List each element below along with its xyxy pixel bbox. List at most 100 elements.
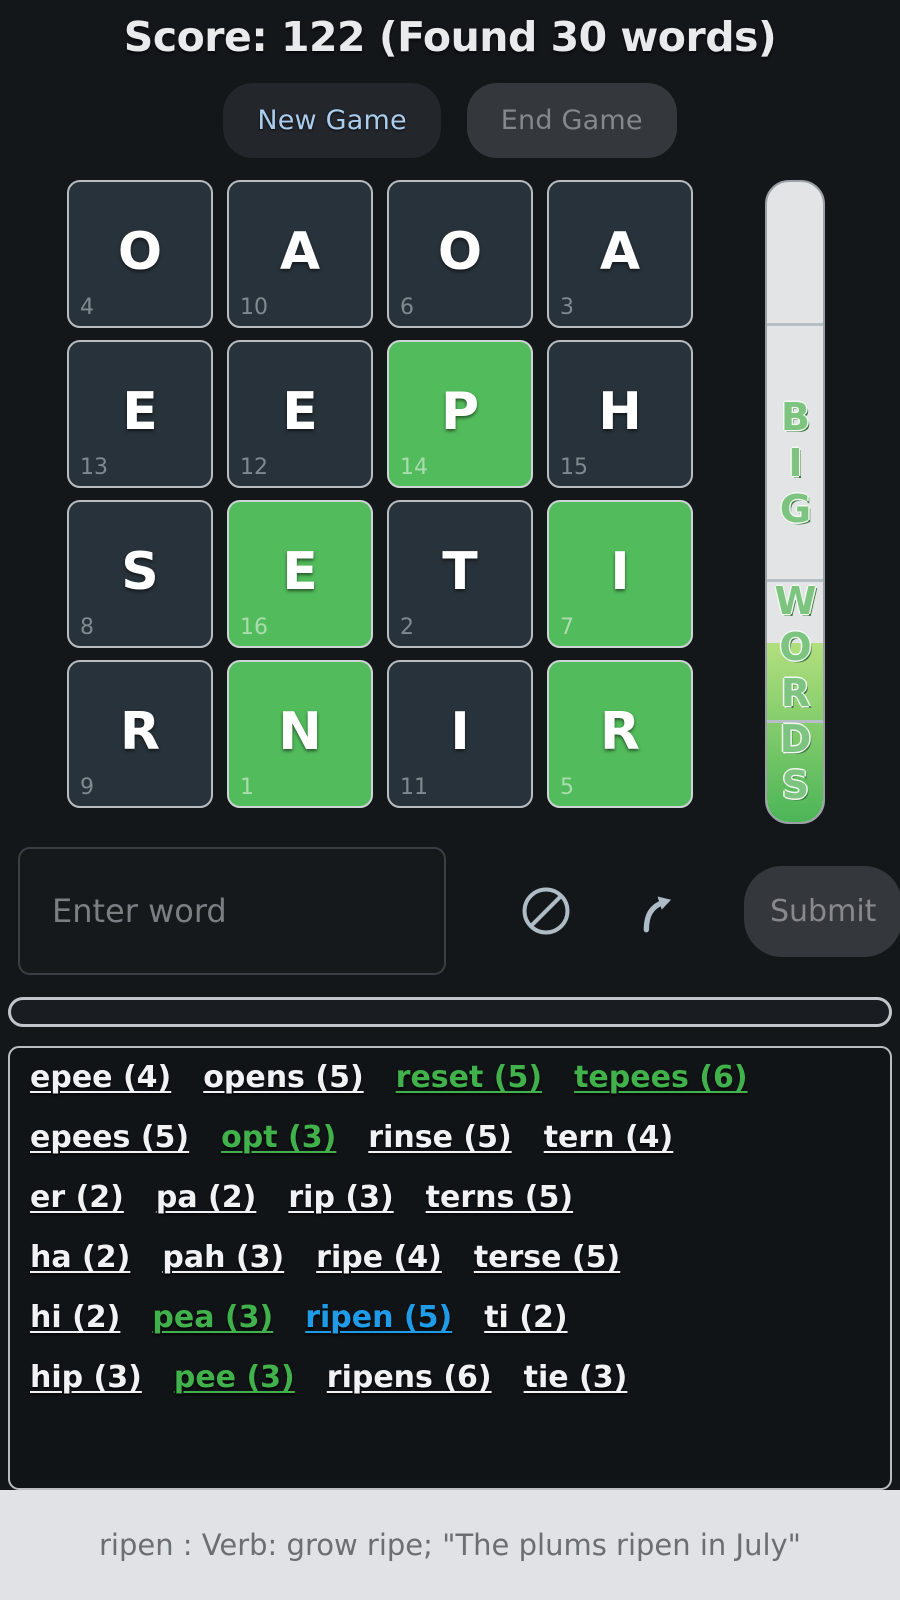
word-list-item[interactable]: opens (5)	[203, 1060, 363, 1095]
letter-tile-index: 8	[80, 615, 94, 640]
word-list-item[interactable]: ripens (6)	[327, 1360, 492, 1395]
letter-tile-letter: S	[121, 542, 159, 602]
submit-button[interactable]: Submit	[744, 865, 900, 957]
letter-tile[interactable]: I 11	[387, 660, 533, 808]
progress-bar[interactable]	[8, 997, 892, 1027]
word-list-row: epee (4) opens (5) reset (5) tepees (6)	[30, 1060, 870, 1120]
word-list-item[interactable]: ripe (4)	[316, 1240, 442, 1275]
big-words-gauge-wrap: BIG WORDS	[765, 180, 825, 824]
prohibited-circle-icon	[522, 887, 570, 935]
search-input[interactable]	[18, 847, 446, 975]
letter-tile[interactable]: E 16	[227, 500, 373, 648]
letter-tile-index: 1	[240, 775, 254, 800]
word-list-item[interactable]: hip (3)	[30, 1360, 142, 1395]
letter-tile-index: 13	[80, 455, 108, 480]
word-list-row: epees (5) opt (3) rinse (5) tern (4)	[30, 1120, 870, 1180]
word-list-item[interactable]: terse (5)	[474, 1240, 620, 1275]
word-list-item[interactable]: opt (3)	[221, 1120, 336, 1155]
word-list-item[interactable]: tern (4)	[544, 1120, 674, 1155]
new-game-button[interactable]: New Game	[223, 82, 441, 158]
letter-tile-index: 6	[400, 295, 414, 320]
letter-tile-index: 2	[400, 615, 414, 640]
letter-tile-index: 4	[80, 295, 94, 320]
letter-grid: O 4 A 10 O 6 A 3 E 13 E 12 P 14 H 15 S 8 E 16 T 2 I 7 R 9 N 1 I 11 R 5	[67, 180, 693, 820]
word-list-row: ha (2) pah (3) ripe (4) terse (5)	[30, 1240, 870, 1300]
big-words-gauge-label: BIG WORDS	[767, 182, 823, 822]
letter-tile-letter: H	[598, 382, 642, 442]
letter-tile[interactable]: I7	[547, 500, 693, 648]
word-list-item[interactable]: rip (3)	[288, 1180, 393, 1215]
word-list-item[interactable]: reset (5)	[396, 1060, 542, 1095]
letter-tile-index: 16	[240, 615, 268, 640]
letter-tile[interactable]: S8	[67, 500, 213, 648]
word-list-row: hip (3) pee (3) ripens (6) tie (3)	[30, 1360, 870, 1420]
letter-tile-letter: R	[599, 702, 641, 762]
word-list-row: hi (2) pea (3) ripen (5) ti (2)	[30, 1300, 870, 1360]
word-game-app: Score: 122 (Found 30 words) New Game End…	[0, 0, 900, 1600]
letter-tile-index: 12	[240, 455, 268, 480]
word-list-item[interactable]: tie (3)	[524, 1360, 628, 1395]
word-list-item[interactable]: pah (3)	[162, 1240, 284, 1275]
letter-tile-letter: T	[442, 542, 478, 602]
letter-tile[interactable]: R5	[547, 660, 693, 808]
letter-tile[interactable]: H 15	[547, 340, 693, 488]
letter-tile[interactable]: E 13	[67, 340, 213, 488]
word-list-item[interactable]: terns (5)	[426, 1180, 573, 1215]
letter-tile[interactable]: A3	[547, 180, 693, 328]
letter-tile[interactable]: O4	[67, 180, 213, 328]
letter-tile[interactable]: P 14	[387, 340, 533, 488]
progress-bar-wrap	[0, 986, 900, 1038]
letter-tile[interactable]: E 12	[227, 340, 373, 488]
word-entry-row: Submit	[0, 836, 900, 986]
page-title: Score: 122 (Found 30 words)	[123, 13, 777, 61]
big-words-gauge[interactable]: BIG WORDS	[765, 180, 825, 824]
word-list-item[interactable]: tepees (6)	[574, 1060, 747, 1095]
word-list-item[interactable]: er (2)	[30, 1180, 124, 1215]
letter-tile-letter: O	[117, 222, 163, 282]
word-list-item[interactable]: pee (3)	[174, 1360, 295, 1395]
letter-tile-letter: N	[278, 702, 322, 762]
word-list-item[interactable]: epees (5)	[30, 1120, 189, 1155]
definition-bar: ripen : Verb: grow ripe; "The plums ripe…	[0, 1490, 900, 1600]
end-game-button[interactable]: End Game	[466, 82, 677, 158]
letter-tile[interactable]: A 10	[227, 180, 373, 328]
letter-tile-index: 9	[80, 775, 94, 800]
letter-tile-index: 5	[560, 775, 574, 800]
letter-tile-letter: A	[279, 222, 321, 282]
letter-tile[interactable]: N1	[227, 660, 373, 808]
letter-tile-index: 14	[400, 455, 428, 480]
found-words-list[interactable]: epee (4) opens (5) reset (5) tepees (6) epee…	[8, 1046, 892, 1490]
big-words-label-text: BIG WORDS	[773, 395, 818, 809]
letter-tile-index: 15	[560, 455, 588, 480]
word-list-item[interactable]: epee (4)	[30, 1060, 171, 1095]
letter-tile[interactable]: R9	[67, 660, 213, 808]
letter-tile-letter: E	[282, 542, 318, 602]
board-area: O 4 A 10 O 6 A 3 E 13 E 12 P 14 H 15 S 8 E 16 T 2 I 7 R 9 N 1 I 11 R 5 …	[0, 166, 900, 836]
word-list-item[interactable]: ha (2)	[30, 1240, 130, 1275]
letter-tile[interactable]: T2	[387, 500, 533, 648]
word-list-item[interactable]: hi (2)	[30, 1300, 120, 1335]
letter-tile-letter: E	[122, 382, 158, 442]
letter-tile-index: 7	[560, 615, 574, 640]
undo-button[interactable]	[630, 879, 686, 943]
word-list-item[interactable]: ripen (5)	[305, 1300, 452, 1335]
word-list-item[interactable]: ti (2)	[484, 1300, 567, 1335]
letter-tile[interactable]: O6	[387, 180, 533, 328]
letter-tile-index: 3	[560, 295, 574, 320]
letter-tile-letter: I	[610, 542, 630, 602]
curved-arrow-up-icon	[643, 896, 672, 933]
game-controls: New Game End Game	[0, 74, 900, 166]
word-list-item[interactable]: rinse (5)	[368, 1120, 511, 1155]
clear-button[interactable]	[518, 879, 574, 943]
word-list-row: er (2) pa (2) rip (3) terns (5)	[30, 1180, 870, 1240]
letter-tile-letter: O	[437, 222, 483, 282]
letter-tile-letter: E	[282, 382, 318, 442]
letter-tile-index: 10	[240, 295, 268, 320]
word-list-item[interactable]: pea (3)	[152, 1300, 273, 1335]
letter-tile-letter: P	[440, 382, 480, 442]
letter-tile-letter: R	[119, 702, 161, 762]
word-list-wrap: epee (4) opens (5) reset (5) tepees (6) epee…	[0, 1038, 900, 1490]
word-list-item[interactable]: pa (2)	[156, 1180, 256, 1215]
letter-tile-letter: I	[450, 702, 470, 762]
letter-tile-index: 11	[400, 775, 428, 800]
